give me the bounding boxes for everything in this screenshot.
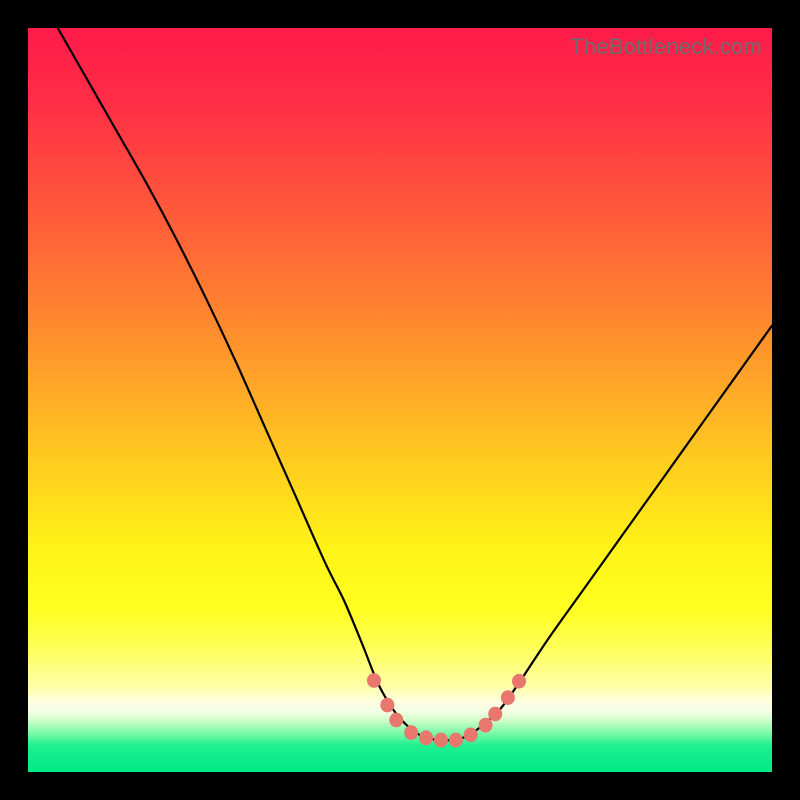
curve-marker [464,727,478,742]
outer-black-frame: TheBottleneck.com [0,0,800,800]
plot-area: TheBottleneck.com [28,28,772,772]
curve-marker [512,674,526,689]
curve-marker [488,707,502,722]
curve-marker [419,730,433,745]
curve-marker [434,733,448,748]
curve-marker [367,673,381,688]
curve-marker [479,718,493,733]
markers-group [367,673,526,747]
bottleneck-curve [58,28,772,740]
curve-marker [501,690,515,705]
curve-marker [449,733,463,748]
curve-marker [404,725,418,740]
curve-marker [389,713,403,728]
curve-marker [380,698,394,713]
chart-svg [28,28,772,772]
